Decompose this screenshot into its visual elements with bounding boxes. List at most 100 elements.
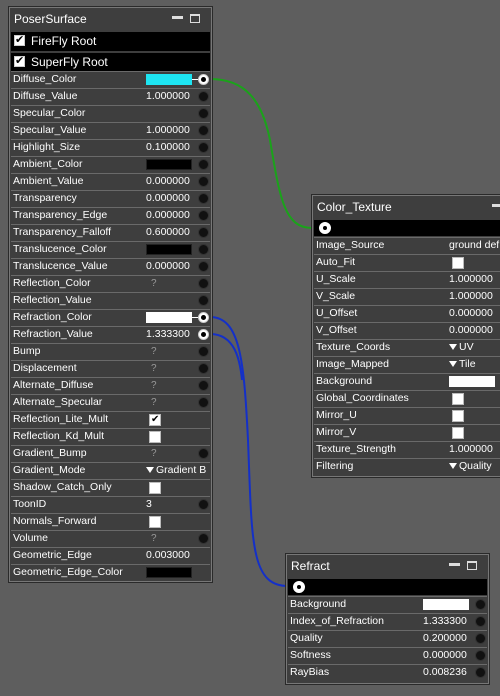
firefly-root-checkbox[interactable]: ✔ — [14, 34, 25, 46]
param-displacement[interactable]: Displacement ? — [11, 360, 210, 376]
param-refraction-value[interactable]: Refraction_Value 1.333300 — [11, 326, 210, 342]
gradient-mode-dropdown[interactable]: Gradient B — [146, 463, 206, 478]
param-ambient-value[interactable]: Ambient_Value 0.000000 — [11, 173, 210, 189]
node-title[interactable]: Color_Texture — [312, 195, 500, 219]
param-background[interactable]: Background — [314, 373, 500, 389]
input-connected-socket[interactable] — [198, 74, 209, 85]
param-value[interactable]: 0.000000 — [146, 259, 190, 274]
normals-forward-checkbox[interactable] — [149, 516, 161, 528]
param-value[interactable]: 0.100000 — [146, 140, 190, 155]
param-toonid[interactable]: ToonID 3 — [11, 496, 210, 512]
output-socket[interactable] — [293, 581, 305, 593]
input-socket[interactable] — [198, 227, 209, 238]
param-value[interactable]: 1.333300 — [146, 327, 190, 342]
param-value[interactable]: 1.000000 — [449, 272, 493, 287]
input-socket[interactable] — [198, 210, 209, 221]
input-socket[interactable] — [198, 244, 209, 255]
color-texture-node[interactable]: Color_Texture Image_Source ground def Au… — [311, 194, 500, 478]
translucence-color-swatch[interactable] — [146, 244, 192, 255]
param-global-coordinates[interactable]: Global_Coordinates — [314, 390, 500, 406]
param-quality[interactable]: Quality 0.200000 — [288, 630, 487, 646]
shadow-catch-only-checkbox[interactable] — [149, 482, 161, 494]
param-value[interactable]: 0.000000 — [146, 191, 190, 206]
reflection-lite-mult-checkbox[interactable]: ✔ — [149, 414, 161, 426]
texture-coords-dropdown[interactable]: UV — [449, 340, 474, 355]
param-translucence-color[interactable]: Translucence_Color — [11, 241, 210, 257]
input-socket[interactable] — [198, 448, 209, 459]
param-index-of-refraction[interactable]: Index_of_Refraction 1.333300 — [288, 613, 487, 629]
maximize-icon[interactable] — [190, 14, 200, 23]
param-value[interactable]: 0.000000 — [423, 648, 467, 663]
minimize-icon[interactable] — [492, 204, 500, 207]
input-socket[interactable] — [475, 650, 486, 661]
input-socket[interactable] — [198, 108, 209, 119]
param-value[interactable]: 0.000000 — [449, 306, 493, 321]
param-v-scale[interactable]: V_Scale 1.000000 — [314, 288, 500, 304]
input-socket[interactable] — [198, 159, 209, 170]
refract-node[interactable]: Refract Background Index_of_Refraction 1… — [285, 553, 490, 685]
param-gradient-mode[interactable]: Gradient_Mode Gradient B — [11, 462, 210, 478]
param-geometric-edge-color[interactable]: Geometric_Edge_Color — [11, 564, 210, 580]
input-socket[interactable] — [475, 599, 486, 610]
image-mapped-dropdown[interactable]: Tile — [449, 357, 476, 372]
param-value[interactable]: 3 — [146, 497, 152, 512]
input-socket[interactable] — [475, 616, 486, 627]
param-normals-forward[interactable]: Normals_Forward — [11, 513, 210, 529]
param-value[interactable]: 0.008236 — [423, 665, 467, 680]
param-diffuse-value[interactable]: Diffuse_Value 1.000000 — [11, 88, 210, 104]
param-value[interactable]: 0.200000 — [423, 631, 467, 646]
param-reflection-lite-mult[interactable]: Reflection_Lite_Mult ✔ — [11, 411, 210, 427]
superfly-root-checkbox[interactable]: ✔ — [14, 55, 25, 67]
param-value[interactable]: 0.600000 — [146, 225, 190, 240]
input-socket[interactable] — [198, 346, 209, 357]
background-color-swatch[interactable] — [423, 599, 469, 610]
input-socket[interactable] — [198, 533, 209, 544]
param-value[interactable]: ground def — [449, 238, 499, 253]
param-value[interactable]: 0.000000 — [449, 323, 493, 338]
param-reflection-color[interactable]: Reflection_Color ? — [11, 275, 210, 291]
poser-surface-node[interactable]: PoserSurface ✔ FireFly Root ✔ SuperFly R… — [8, 6, 213, 583]
input-socket[interactable] — [198, 499, 209, 510]
auto-fit-checkbox[interactable] — [452, 257, 464, 269]
minimize-icon[interactable] — [449, 563, 460, 566]
global-coordinates-checkbox[interactable] — [452, 393, 464, 405]
param-value[interactable]: 0.003000 — [146, 548, 190, 563]
geometric-edge-color-swatch[interactable] — [146, 567, 192, 578]
param-softness[interactable]: Softness 0.000000 — [288, 647, 487, 663]
input-socket[interactable] — [198, 261, 209, 272]
param-geometric-edge[interactable]: Geometric_Edge 0.003000 — [11, 547, 210, 563]
param-texture-coords[interactable]: Texture_Coords UV — [314, 339, 500, 355]
minimize-icon[interactable] — [172, 16, 183, 19]
input-socket[interactable] — [198, 193, 209, 204]
param-value[interactable]: 1.000000 — [449, 289, 493, 304]
param-value[interactable]: 1.000000 — [146, 123, 190, 138]
input-socket[interactable] — [198, 176, 209, 187]
input-connected-socket[interactable] — [198, 329, 209, 340]
param-u-scale[interactable]: U_Scale 1.000000 — [314, 271, 500, 287]
param-shadow-catch-only[interactable]: Shadow_Catch_Only — [11, 479, 210, 495]
param-volume[interactable]: Volume ? — [11, 530, 210, 546]
param-specular-value[interactable]: Specular_Value 1.000000 — [11, 122, 210, 138]
param-auto-fit[interactable]: Auto_Fit — [314, 254, 500, 270]
param-specular-color[interactable]: Specular_Color — [11, 105, 210, 121]
input-socket[interactable] — [198, 125, 209, 136]
param-texture-strength[interactable]: Texture_Strength 1.000000 — [314, 441, 500, 457]
param-u-offset[interactable]: U_Offset 0.000000 — [314, 305, 500, 321]
param-value[interactable]: 1.333300 — [423, 614, 467, 629]
maximize-icon[interactable] — [467, 561, 477, 570]
superfly-root-bar[interactable]: ✔ SuperFly Root — [11, 53, 210, 72]
param-reflection-value[interactable]: Reflection_Value — [11, 292, 210, 308]
reflection-kd-mult-checkbox[interactable] — [149, 431, 161, 443]
param-alternate-diffuse[interactable]: Alternate_Diffuse ? — [11, 377, 210, 393]
mirror-v-checkbox[interactable] — [452, 427, 464, 439]
mirror-u-checkbox[interactable] — [452, 410, 464, 422]
param-background[interactable]: Background — [288, 596, 487, 612]
param-mirror-v[interactable]: Mirror_V — [314, 424, 500, 440]
input-socket[interactable] — [475, 633, 486, 644]
param-translucence-value[interactable]: Translucence_Value 0.000000 — [11, 258, 210, 274]
param-mirror-u[interactable]: Mirror_U — [314, 407, 500, 423]
background-color-swatch[interactable] — [449, 376, 495, 387]
output-socket[interactable] — [319, 222, 331, 234]
refraction-color-swatch[interactable] — [146, 312, 192, 323]
param-image-source[interactable]: Image_Source ground def — [314, 237, 500, 253]
